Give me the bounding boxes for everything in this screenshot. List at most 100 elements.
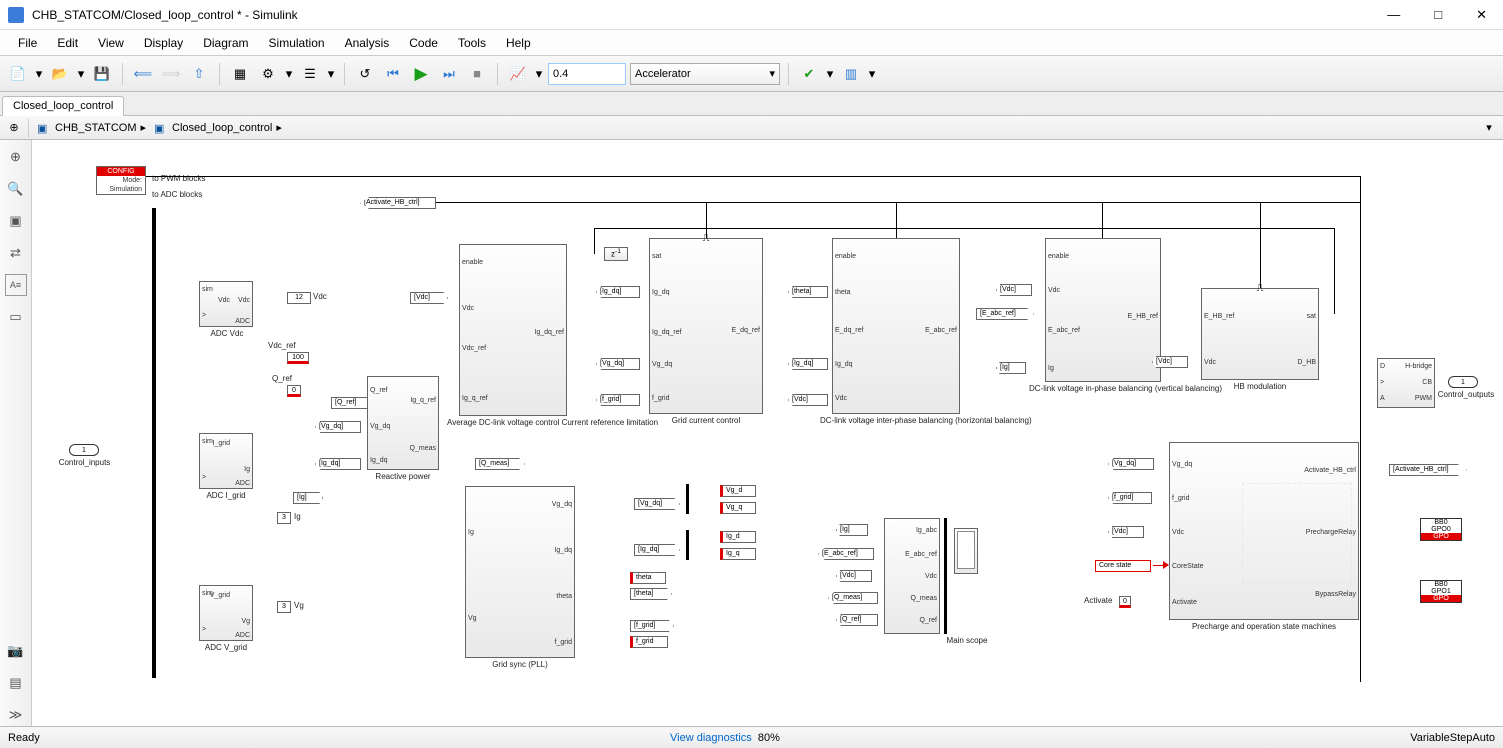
- from-ig-dq[interactable]: [Ig_dq]: [315, 458, 361, 470]
- expand-button[interactable]: ≫: [5, 704, 27, 726]
- menu-help[interactable]: Help: [496, 36, 541, 50]
- menubar: File Edit View Display Diagram Simulatio…: [0, 30, 1503, 56]
- hb-modulation-block[interactable]: E_HB_ref Vdc sat D_HB ⎍: [1201, 288, 1319, 380]
- step-back-button[interactable]: ⏮: [381, 62, 405, 86]
- goto-q-meas[interactable]: [Q_meas]: [475, 458, 525, 470]
- subsystem-icon: ▣: [154, 122, 168, 134]
- model-explorer-button[interactable]: ☰: [298, 62, 322, 86]
- status-ready: Ready: [8, 732, 40, 744]
- menu-tools[interactable]: Tools: [448, 36, 496, 50]
- deploy-button[interactable]: ▥: [839, 62, 863, 86]
- fast-restart-button[interactable]: ↺: [353, 62, 377, 86]
- build-button[interactable]: ✔: [797, 62, 821, 86]
- stop-time-input[interactable]: [548, 63, 626, 85]
- model-tab[interactable]: Closed_loop_control: [2, 96, 124, 116]
- dd-4[interactable]: ▾: [326, 62, 336, 86]
- const-q-ref[interactable]: 0: [287, 385, 301, 397]
- view-diagnostics-link[interactable]: View diagnostics 80%: [670, 732, 780, 744]
- adc-vgrid-block[interactable]: sim > V_grid Vg ADC: [199, 585, 253, 641]
- bb-gpo1[interactable]: BB0GPO1GPO: [1420, 580, 1462, 603]
- inport-label: Control_inputs: [57, 458, 112, 467]
- core-state-block[interactable]: Core state: [1095, 560, 1151, 572]
- config-block[interactable]: CONFIG Mode: Simulation: [96, 166, 146, 195]
- run-button[interactable]: ▶: [409, 62, 433, 86]
- simulation-mode-select[interactable]: Accelerator▾: [630, 63, 780, 85]
- menu-simulation[interactable]: Simulation: [259, 36, 335, 50]
- goto-ig[interactable]: [Ig]: [293, 492, 323, 504]
- avg-dclink-block[interactable]: enable Vdc Vdc_ref Ig_q_ref Ig_dq_ref: [459, 244, 567, 416]
- dd-3[interactable]: ▾: [284, 62, 294, 86]
- bb-gpo0[interactable]: BB0GPO0GPO: [1420, 518, 1462, 541]
- gain-vdc12[interactable]: 12: [287, 292, 311, 304]
- hide-palette-button[interactable]: ⊕: [5, 146, 27, 168]
- breadcrumb-bar: ⊕ ▣CHB_STATCOM▸ ▣Closed_loop_control▸ ▾: [0, 116, 1503, 140]
- library-browser-button[interactable]: ▦: [228, 62, 252, 86]
- bus-bar: [152, 208, 156, 678]
- from-vg-dq[interactable]: [Vg_dq]: [315, 421, 361, 433]
- model-canvas[interactable]: CONFIG Mode: Simulation to PWM blocks to…: [32, 140, 1503, 726]
- menu-edit[interactable]: Edit: [47, 36, 88, 50]
- palette-sidebar: ⊕ 🔍 ▣ ⇄ A≡ ▭ 📷 ▤ ≫: [0, 140, 32, 726]
- menu-view[interactable]: View: [88, 36, 134, 50]
- zoom-button[interactable]: 🔍: [5, 178, 27, 200]
- horiz-balancing-block[interactable]: enable theta E_dq_ref Ig_dq Vdc E_abc_re…: [832, 238, 960, 414]
- hbridge-out-block[interactable]: D > A H-bridge CB PWM: [1377, 358, 1435, 408]
- scope-block[interactable]: [954, 528, 978, 574]
- breadcrumb-root[interactable]: ▣CHB_STATCOM▸: [33, 121, 150, 134]
- dd-5[interactable]: ▾: [534, 62, 544, 86]
- screenshot-button[interactable]: 📷: [5, 640, 27, 662]
- reactive-power-block[interactable]: Q_ref Vg_dq Ig_dq Ig_q_ref Q_meas: [367, 376, 439, 470]
- step-forward-button[interactable]: ⏭: [437, 62, 461, 86]
- goto-vdc[interactable]: [Vdc]: [410, 292, 448, 304]
- adc-igrid-block[interactable]: sim > I_grid Ig ADC: [199, 433, 253, 489]
- window-title: CHB_STATCOM/Closed_loop_control * - Simu…: [32, 8, 1379, 22]
- sample-time-button[interactable]: ⇄: [5, 242, 27, 264]
- titlebar: CHB_STATCOM/Closed_loop_control * - Simu…: [0, 0, 1503, 30]
- menu-code[interactable]: Code: [399, 36, 448, 50]
- grid-current-control-block[interactable]: sat Ig_dq Ig_dq_ref Vg_dq f_grid E_dq_re…: [649, 238, 763, 414]
- breadcrumb-sub[interactable]: ▣Closed_loop_control▸: [150, 121, 286, 134]
- menu-analysis[interactable]: Analysis: [335, 36, 400, 50]
- data-inspector-button[interactable]: 📈: [506, 62, 530, 86]
- menu-display[interactable]: Display: [134, 36, 193, 50]
- tabbar: Closed_loop_control: [0, 92, 1503, 116]
- config-out2: to ADC blocks: [152, 190, 202, 199]
- forward-button[interactable]: ⟹: [159, 62, 183, 86]
- inport-control-inputs[interactable]: 1: [69, 444, 99, 456]
- outport-control-outputs[interactable]: 1: [1448, 376, 1478, 388]
- minimize-button[interactable]: —: [1379, 7, 1408, 23]
- pll-block[interactable]: Ig Vg Vg_dq Ig_dq theta f_grid: [465, 486, 575, 658]
- restore-button[interactable]: ▤: [5, 672, 27, 694]
- new-model-button[interactable]: 📄: [6, 62, 30, 86]
- const-vdc-ref[interactable]: 100: [287, 352, 309, 364]
- model-config-button[interactable]: ⚙: [256, 62, 280, 86]
- close-button[interactable]: ✕: [1468, 7, 1495, 23]
- image-button[interactable]: ▭: [5, 306, 27, 328]
- stop-button[interactable]: ■: [465, 62, 489, 86]
- gain-vg3[interactable]: 3: [277, 601, 291, 613]
- fit-button[interactable]: ▣: [5, 210, 27, 232]
- dd-6[interactable]: ▾: [825, 62, 835, 86]
- statusbar: Ready View diagnostics 80% VariableStepA…: [0, 726, 1503, 748]
- menu-diagram[interactable]: Diagram: [193, 36, 258, 50]
- adc-vdc-block[interactable]: sim > Vdc Vdc ADC: [199, 281, 253, 327]
- open-button[interactable]: 📂: [48, 62, 72, 86]
- dd-7[interactable]: ▾: [867, 62, 877, 86]
- gain-ig3[interactable]: 3: [277, 512, 291, 524]
- menu-file[interactable]: File: [8, 36, 47, 50]
- up-button[interactable]: ⇧: [187, 62, 211, 86]
- vert-balancing-block[interactable]: enable Vdc E_abc_ref Ig E_HB_ref: [1045, 238, 1161, 382]
- simulink-logo-icon: [8, 7, 24, 23]
- back-button[interactable]: ⟸: [131, 62, 155, 86]
- dd-2[interactable]: ▾: [76, 62, 86, 86]
- hide-browser-button[interactable]: ⊕: [4, 121, 24, 134]
- maximize-button[interactable]: □: [1426, 7, 1450, 23]
- unit-delay-block[interactable]: z-1: [604, 247, 628, 261]
- annotation-button[interactable]: A≡: [5, 274, 27, 296]
- breadcrumb-dropdown[interactable]: ▾: [1479, 121, 1499, 134]
- dd-1[interactable]: ▾: [34, 62, 44, 86]
- from-activate-hb[interactable]: [Activate_HB_ctrl]: [360, 197, 436, 209]
- save-button[interactable]: 💾: [90, 62, 114, 86]
- scope-mux-block[interactable]: Ig_abc E_abc_ref Vdc Q_meas Q_ref: [884, 518, 940, 634]
- state-machine-block[interactable]: Vg_dq f_grid Vdc CoreState Activate Acti…: [1169, 442, 1359, 620]
